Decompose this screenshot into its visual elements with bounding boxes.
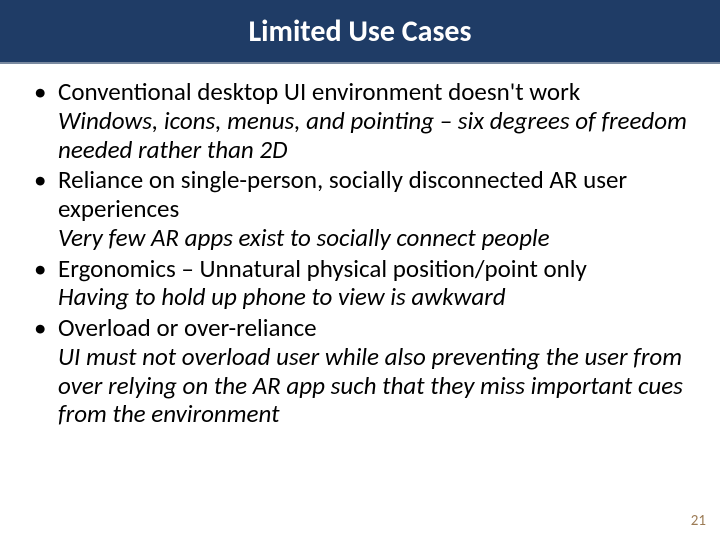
list-item: Overload or over-reliance UI must not ov…	[28, 314, 692, 429]
slide-content: Conventional desktop UI environment does…	[0, 64, 720, 429]
slide-title: Limited Use Cases	[248, 13, 471, 50]
bullet-sub: Very few AR apps exist to socially conne…	[58, 224, 692, 253]
bullet-main: Overload or over-reliance	[58, 314, 692, 343]
page-number: 21	[691, 512, 706, 530]
list-item: Conventional desktop UI environment does…	[28, 78, 692, 164]
list-item: Ergonomics – Unnatural physical position…	[28, 255, 692, 313]
bullet-sub: Windows, icons, menus, and pointing – si…	[58, 107, 692, 165]
bullet-main: Conventional desktop UI environment does…	[58, 78, 692, 107]
bullet-sub: Having to hold up phone to view is awkwa…	[58, 283, 692, 312]
bullet-list: Conventional desktop UI environment does…	[28, 78, 692, 429]
bullet-main: Reliance on single-person, socially disc…	[58, 166, 692, 224]
bullet-main: Ergonomics – Unnatural physical position…	[58, 255, 692, 284]
title-bar: Limited Use Cases	[0, 0, 720, 64]
list-item: Reliance on single-person, socially disc…	[28, 166, 692, 252]
bullet-sub: UI must not overload user while also pre…	[58, 343, 692, 429]
slide: Limited Use Cases Conventional desktop U…	[0, 0, 720, 540]
